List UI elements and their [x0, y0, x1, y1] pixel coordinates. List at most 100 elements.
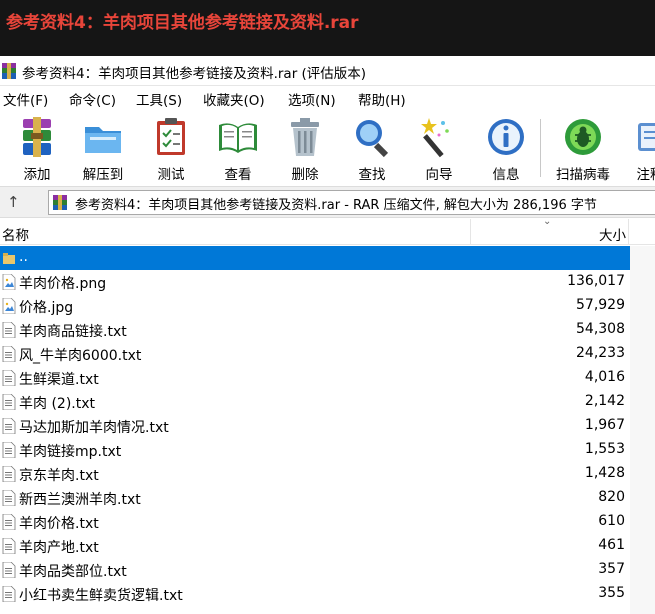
file-row[interactable]: 风_牛羊肉6000.txt 24,233 — [0, 342, 630, 366]
menu-commands[interactable]: 命令(C) — [69, 89, 116, 109]
comment-icon — [638, 123, 655, 151]
add-archive-icon — [23, 117, 51, 157]
file-row[interactable]: 羊肉产地.txt 461 — [0, 534, 630, 558]
column-size-header[interactable]: 大小 — [470, 224, 626, 244]
wizard-label: 向导 — [425, 167, 453, 183]
add-label: 添加 — [23, 167, 51, 183]
title-bar: 参考资料4：羊肉项目其他参考链接及资料.rar (评估版本) — [0, 56, 655, 86]
extract-to-label: 解压到 — [82, 167, 124, 183]
info-button[interactable]: 信息 — [474, 115, 538, 183]
file-name: 羊肉价格.txt — [19, 516, 99, 532]
text-file-icon — [2, 418, 16, 434]
file-row[interactable]: 羊肉商品链接.txt 54,308 — [0, 318, 630, 342]
file-name: 新西兰澳洲羊肉.txt — [19, 492, 141, 508]
file-name: 风_牛羊肉6000.txt — [19, 348, 142, 364]
test-button[interactable]: 测试 — [139, 115, 203, 183]
column-header: 名称 ⌄ 大小 — [0, 216, 655, 245]
text-file-icon — [2, 562, 16, 578]
file-size: 57,929 — [576, 297, 625, 313]
delete-label: 删除 — [291, 167, 319, 183]
file-name: 羊肉 (2).txt — [19, 396, 95, 412]
comment-button[interactable]: 注释 — [618, 115, 655, 183]
video-banner: 参考资料4：羊肉项目其他参考链接及资料.rar — [0, 0, 655, 56]
text-file-icon — [2, 514, 16, 530]
file-name: 羊肉产地.txt — [19, 540, 99, 556]
list-gutter — [630, 246, 655, 614]
menu-favorites[interactable]: 收藏夹(O) — [203, 89, 265, 109]
file-name: 生鲜渠道.txt — [19, 372, 99, 388]
file-row[interactable]: 羊肉品类部位.txt 357 — [0, 558, 630, 582]
menu-help[interactable]: 帮助(H) — [358, 89, 406, 109]
image-file-icon — [2, 298, 16, 314]
text-file-icon — [2, 394, 16, 410]
text-file-icon — [2, 442, 16, 458]
text-file-icon — [2, 370, 16, 386]
file-size: 24,233 — [576, 345, 625, 361]
menu-options[interactable]: 选项(N) — [288, 89, 336, 109]
file-name: 马达加斯加羊肉情况.txt — [19, 420, 169, 436]
view-label: 查看 — [224, 167, 252, 183]
file-row[interactable]: 生鲜渠道.txt 4,016 — [0, 366, 630, 390]
toolbar-separator — [540, 119, 541, 177]
menu-tools[interactable]: 工具(S) — [136, 89, 182, 109]
file-row[interactable]: 马达加斯加羊肉情况.txt 1,967 — [0, 414, 630, 438]
file-row[interactable]: 羊肉链接mp.txt 1,553 — [0, 438, 630, 462]
parent-folder-row[interactable]: .. — [0, 246, 630, 270]
text-file-icon — [2, 322, 16, 338]
text-file-icon — [2, 466, 16, 482]
file-row[interactable]: 羊肉 (2).txt 2,142 — [0, 390, 630, 414]
file-size: 1,553 — [584, 441, 625, 457]
file-size: 820 — [598, 489, 625, 505]
file-size: 610 — [598, 513, 625, 529]
find-button[interactable]: 查找 — [340, 115, 404, 183]
file-row[interactable]: 京东羊肉.txt 1,428 — [0, 462, 630, 486]
find-label: 查找 — [358, 167, 386, 183]
image-file-icon — [2, 274, 16, 290]
scan-virus-button[interactable]: 扫描病毒 — [548, 115, 618, 183]
file-name: .. — [19, 249, 28, 265]
delete-button[interactable]: 删除 — [273, 115, 337, 183]
file-name: 京东羊肉.txt — [19, 468, 99, 484]
column-name-header[interactable]: 名称 — [2, 224, 29, 244]
view-button[interactable]: 查看 — [206, 115, 270, 183]
comment-label: 注释 — [636, 167, 655, 183]
file-size: 136,017 — [567, 273, 625, 289]
menu-bar: 文件(F) 命令(C) 工具(S) 收藏夹(O) 选项(N) 帮助(H) — [0, 86, 655, 110]
winrar-window: 参考资料4：羊肉项目其他参考链接及资料.rar (评估版本) 文件(F) 命令(… — [0, 56, 655, 614]
address-text: 参考资料4：羊肉项目其他参考链接及资料.rar - RAR 压缩文件, 解包大小… — [75, 198, 597, 213]
file-name: 小红书卖生鲜卖货逻辑.txt — [19, 588, 183, 604]
window-title: 参考资料4：羊肉项目其他参考链接及资料.rar (评估版本) — [22, 66, 367, 82]
file-row[interactable]: 羊肉价格.txt 610 — [0, 510, 630, 534]
test-clipboard-icon — [157, 118, 185, 155]
file-row[interactable]: 小红书卖生鲜卖货逻辑.txt 355 — [0, 582, 630, 606]
file-row[interactable]: 羊肉价格.png 136,017 — [0, 270, 630, 294]
test-label: 测试 — [157, 167, 185, 183]
wizard-button[interactable]: 向导 — [407, 115, 471, 183]
text-file-icon — [2, 586, 16, 602]
toolbar: 添加 解压到 测试 查看 删除 查找 向导 信息 扫描病毒 注 — [0, 111, 655, 184]
extract-to-button[interactable]: 解压到 — [71, 115, 135, 183]
file-size: 357 — [598, 561, 625, 577]
file-name: 羊肉链接mp.txt — [19, 444, 122, 460]
text-file-icon — [2, 490, 16, 506]
extract-folder-icon — [85, 127, 121, 153]
address-bar: ↑ 参考资料4：羊肉项目其他参考链接及资料.rar - RAR 压缩文件, 解包… — [0, 186, 655, 218]
file-size: 461 — [598, 537, 625, 553]
parent-folder-icon — [3, 253, 15, 264]
file-list: .. 羊肉价格.png 136,017 价格.jpg 57,929 羊肉商品链接.txt 5… — [0, 246, 655, 614]
banner-title: 参考资料4：羊肉项目其他参考链接及资料.rar — [6, 13, 359, 33]
add-button[interactable]: 添加 — [5, 115, 69, 183]
file-row[interactable]: 价格.jpg 57,929 — [0, 294, 630, 318]
menu-file[interactable]: 文件(F) — [3, 89, 48, 109]
rar-archive-icon — [53, 195, 67, 210]
file-row[interactable]: 新西兰澳洲羊肉.txt 820 — [0, 486, 630, 510]
up-folder-button[interactable]: ↑ — [7, 193, 20, 211]
file-size: 1,967 — [584, 417, 625, 433]
info-label: 信息 — [492, 167, 520, 183]
column-divider[interactable] — [628, 219, 629, 245]
scan-virus-bug-icon — [565, 119, 601, 155]
text-file-icon — [2, 346, 16, 362]
address-field[interactable]: 参考资料4：羊肉项目其他参考链接及资料.rar - RAR 压缩文件, 解包大小… — [48, 190, 655, 215]
file-size: 1,428 — [584, 465, 625, 481]
file-name: 价格.jpg — [19, 300, 74, 316]
